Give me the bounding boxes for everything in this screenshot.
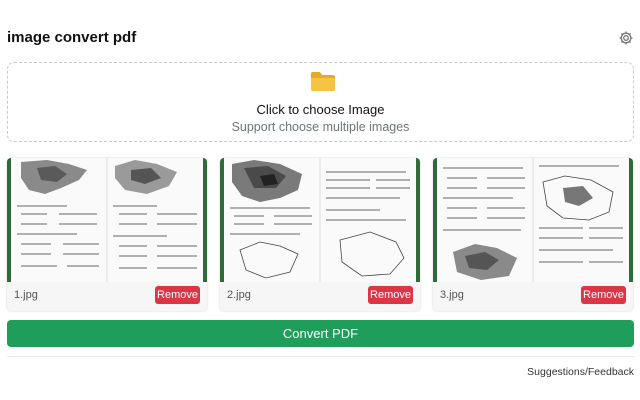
folder-icon xyxy=(310,70,336,92)
image-card: 2.jpg Remove xyxy=(220,158,420,311)
image-card: 3.jpg Remove xyxy=(433,158,633,311)
image-thumbnail xyxy=(220,158,420,282)
image-dropzone[interactable]: Click to choose Image Support choose mul… xyxy=(7,62,634,142)
image-thumbnail xyxy=(7,158,207,282)
remove-image-button[interactable]: Remove xyxy=(368,286,413,304)
image-card: 1.jpg Remove xyxy=(7,158,207,311)
divider xyxy=(7,356,634,357)
feedback-link[interactable]: Suggestions/Feedback xyxy=(527,366,634,378)
remove-image-button[interactable]: Remove xyxy=(155,286,200,304)
gear-icon[interactable] xyxy=(618,30,634,46)
choose-image-label: Click to choose Image xyxy=(256,102,385,117)
convert-pdf-button[interactable]: Convert PDF xyxy=(7,320,634,347)
image-thumbnail xyxy=(433,158,633,282)
app-title: image convert pdf xyxy=(7,29,137,46)
image-filename: 3.jpg xyxy=(440,289,464,301)
remove-image-button[interactable]: Remove xyxy=(581,286,626,304)
image-filename: 2.jpg xyxy=(227,289,251,301)
image-filename: 1.jpg xyxy=(14,289,38,301)
header: image convert pdf xyxy=(7,28,634,48)
choose-image-hint: Support choose multiple images xyxy=(231,120,410,134)
